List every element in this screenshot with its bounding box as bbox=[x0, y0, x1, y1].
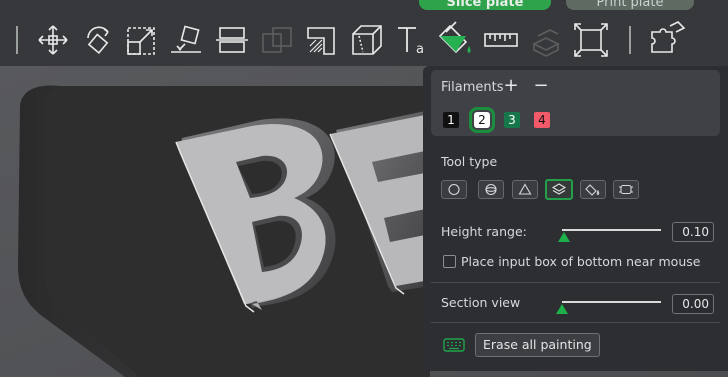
filament-chip-2[interactable]: 2 bbox=[469, 107, 495, 133]
filament-chip-4[interactable]: 4 bbox=[534, 112, 550, 128]
fit-icon[interactable] bbox=[571, 20, 611, 60]
place-input-checkbox[interactable] bbox=[443, 255, 456, 268]
scale-icon[interactable] bbox=[122, 20, 162, 60]
remove-filament-button[interactable]: − bbox=[531, 76, 551, 96]
cut-icon[interactable] bbox=[212, 20, 252, 60]
toolbar-separator bbox=[16, 26, 18, 54]
height-range-button[interactable] bbox=[545, 179, 573, 200]
boolean-icon[interactable] bbox=[257, 20, 297, 60]
move-icon[interactable] bbox=[33, 20, 73, 60]
section-view-input[interactable]: 0.00 bbox=[672, 294, 714, 314]
height-range-label: Height range: bbox=[441, 224, 527, 239]
fill-bucket-button[interactable] bbox=[580, 180, 606, 199]
color-painting-icon[interactable] bbox=[436, 20, 476, 60]
triangle-brush-button[interactable] bbox=[512, 180, 538, 199]
assembly-icon[interactable] bbox=[526, 20, 566, 60]
height-range-slider-thumb[interactable] bbox=[557, 232, 570, 242]
add-filament-button[interactable]: + bbox=[501, 76, 521, 96]
panel-divider bbox=[431, 282, 720, 283]
print-plate-button[interactable]: Print plate bbox=[566, 0, 694, 10]
lay-on-face-icon[interactable] bbox=[167, 20, 207, 60]
toolbar-separator bbox=[629, 26, 631, 54]
measure-icon[interactable] bbox=[481, 20, 521, 60]
slice-plate-button[interactable]: Slice plate bbox=[419, 0, 551, 10]
height-range-icon bbox=[551, 183, 567, 195]
tool-type-label: Tool type bbox=[441, 154, 498, 169]
svg-text:a: a bbox=[416, 42, 424, 57]
sphere-brush-button[interactable] bbox=[478, 180, 504, 199]
gap-fill-button[interactable] bbox=[613, 180, 639, 199]
filament-chip-1[interactable]: 1 bbox=[443, 112, 459, 128]
rotate-icon[interactable] bbox=[78, 20, 118, 60]
circle-brush-icon bbox=[448, 183, 460, 196]
support-painting-icon[interactable] bbox=[302, 20, 342, 60]
split-icon[interactable] bbox=[646, 20, 686, 60]
filaments-label: Filaments bbox=[441, 80, 504, 95]
section-view-track[interactable] bbox=[562, 301, 661, 303]
seam-painting-icon[interactable] bbox=[347, 20, 387, 60]
height-range-track[interactable] bbox=[562, 229, 661, 231]
erase-all-painting-button[interactable]: Erase all painting bbox=[475, 333, 600, 357]
triangle-icon bbox=[518, 183, 532, 195]
filament-chip-3[interactable]: 3 bbox=[504, 112, 520, 128]
height-range-input[interactable]: 0.10 bbox=[672, 222, 714, 242]
sphere-brush-icon bbox=[485, 183, 497, 196]
panel-divider bbox=[431, 322, 720, 323]
color-painting-panel: Filaments + − 1 2 3 4 Tool type Height r… bbox=[423, 66, 728, 371]
keyboard-icon bbox=[443, 338, 465, 352]
gap-fill-icon bbox=[619, 184, 633, 195]
section-view-slider-thumb[interactable] bbox=[556, 304, 568, 314]
circle-brush-button[interactable] bbox=[441, 180, 467, 199]
text-icon[interactable]: a bbox=[392, 20, 432, 60]
section-view-label: Section view bbox=[441, 295, 521, 310]
fill-bucket-icon bbox=[585, 184, 600, 196]
filaments-section: Filaments + − 1 2 3 4 bbox=[431, 70, 720, 136]
top-toolbar: Slice plate Print plate a bbox=[0, 0, 728, 66]
place-input-label: Place input box of bottom near mouse bbox=[461, 254, 701, 269]
